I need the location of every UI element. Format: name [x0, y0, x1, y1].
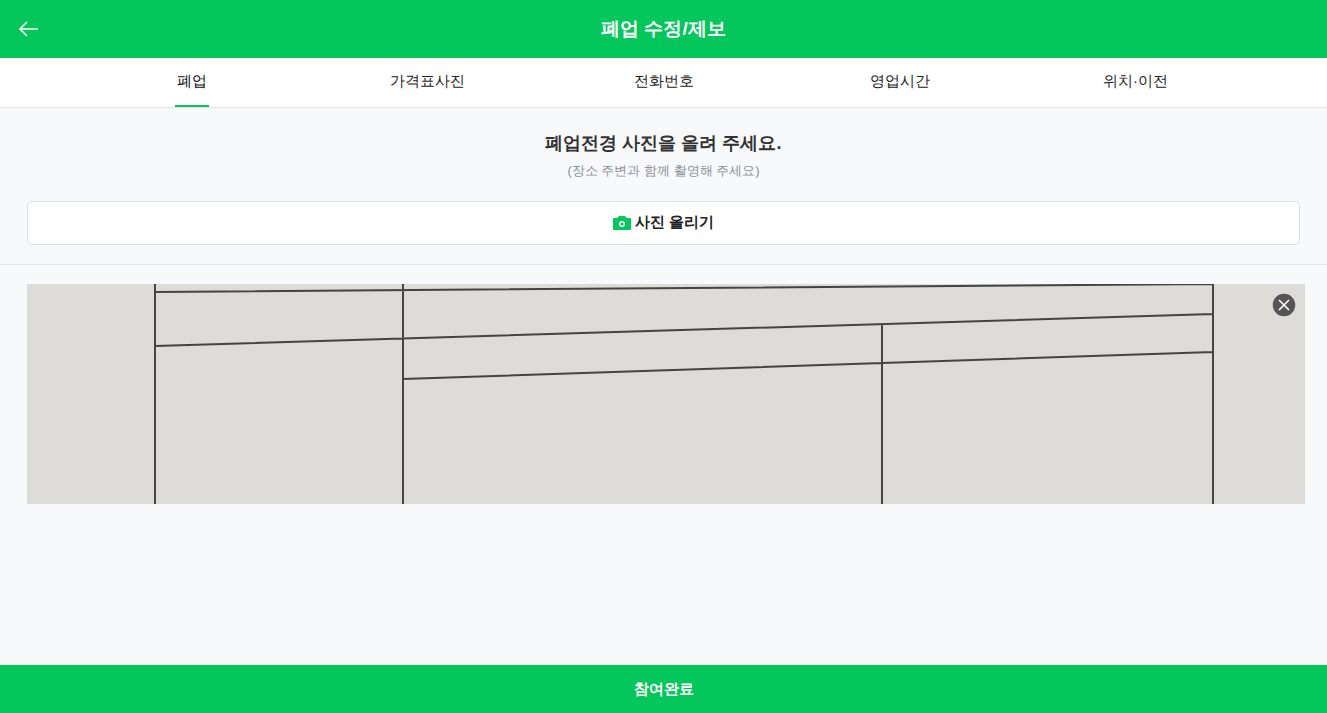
page-title: 폐업 수정/제보: [58, 15, 1269, 44]
tab[interactable]: 전화번호: [546, 58, 782, 107]
tab-label[interactable]: 전화번호: [632, 58, 696, 107]
uploaded-photo: [27, 284, 1305, 504]
tab[interactable]: 위치·이전: [1018, 58, 1254, 107]
remove-photo-icon[interactable]: [1271, 292, 1297, 318]
tab[interactable]: 폐업: [74, 58, 310, 107]
upload-hint: (장소 주변과 함께 촬영해 주세요): [0, 161, 1327, 181]
submit-label[interactable]: 참여완료: [634, 678, 694, 701]
tab-label[interactable]: 영업시간: [868, 58, 932, 107]
upload-button[interactable]: 사진 올리기: [27, 201, 1300, 245]
top-bar: 폐업 수정/제보: [0, 0, 1327, 58]
tab-bar: 폐업 가격표사진 전화번호 영업시간 위치·이전: [0, 58, 1327, 108]
tab-label[interactable]: 위치·이전: [1101, 58, 1170, 107]
back-arrow-icon[interactable]: [0, 0, 58, 58]
upload-button-label[interactable]: 사진 올리기: [635, 211, 714, 234]
tab[interactable]: 영업시간: [782, 58, 1018, 107]
tab[interactable]: 가격표사진: [310, 58, 546, 107]
tab-label[interactable]: 폐업: [175, 58, 209, 107]
camera-icon: [613, 216, 631, 230]
tab-label[interactable]: 가격표사진: [388, 58, 467, 107]
submit-button[interactable]: 참여완료: [0, 665, 1327, 713]
upload-heading: 폐업전경 사진을 올려 주세요.: [0, 130, 1327, 157]
